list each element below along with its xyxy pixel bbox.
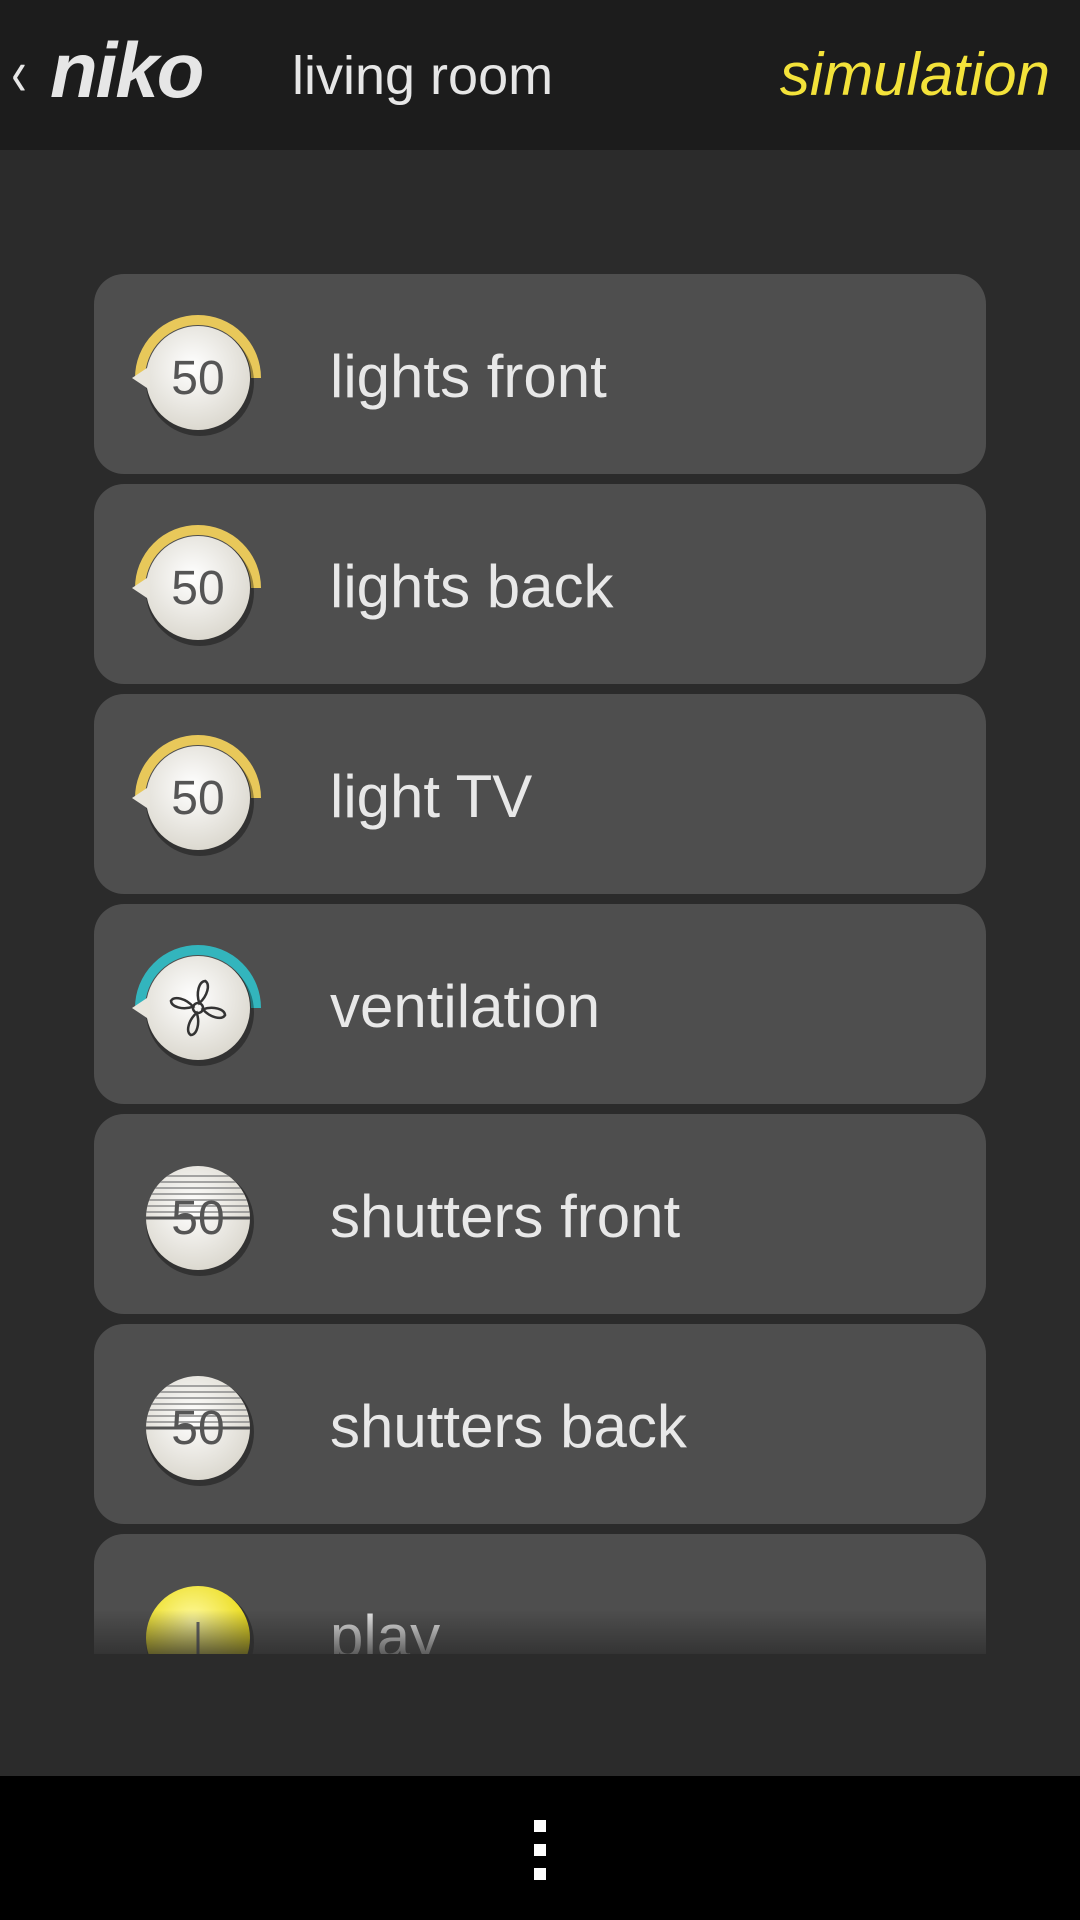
system-nav-bar: [0, 1776, 1080, 1920]
dimmer-dial-icon[interactable]: 50: [128, 728, 268, 868]
device-card-shutters-front[interactable]: 50 shutters front: [94, 1114, 986, 1314]
device-label: ventilation: [330, 973, 601, 1040]
fan-icon[interactable]: [128, 938, 268, 1078]
device-card-lights-back[interactable]: 50 lights back: [94, 484, 986, 684]
device-label: lights back: [330, 553, 614, 620]
content-bottom-area: [0, 1654, 1080, 1776]
dimmer-value: 50: [171, 772, 224, 825]
app-header: ‹ niko living room simulation: [0, 0, 1080, 150]
shutter-icon[interactable]: 50: [128, 1148, 268, 1288]
shutter-value: 50: [171, 1402, 224, 1455]
shutter-icon[interactable]: 50: [128, 1358, 268, 1498]
niko-logo[interactable]: niko: [50, 30, 204, 110]
shutter-value: 50: [171, 1192, 224, 1245]
device-label: light TV: [330, 763, 533, 830]
room-title: living room: [292, 46, 554, 106]
device-card-ventilation[interactable]: ventilation: [94, 904, 986, 1104]
power-icon[interactable]: [128, 1568, 268, 1654]
device-card-lights-front[interactable]: 50 lights front: [94, 274, 986, 474]
device-card-light-tv[interactable]: 50 light TV: [94, 694, 986, 894]
back-arrow-icon[interactable]: ‹: [11, 34, 26, 110]
dimmer-value: 50: [171, 352, 224, 405]
device-label: shutters back: [330, 1393, 687, 1460]
simulation-mode-label[interactable]: simulation: [780, 40, 1050, 110]
dimmer-value: 50: [171, 562, 224, 615]
device-label: lights front: [330, 343, 607, 410]
dimmer-dial-icon[interactable]: 50: [128, 518, 268, 658]
device-label: play: [330, 1603, 441, 1654]
overflow-menu-icon[interactable]: [534, 1820, 546, 1880]
device-card-shutters-back[interactable]: 50 shutters back: [94, 1324, 986, 1524]
device-list[interactable]: 50 lights front 50 lights back 50 light …: [0, 150, 1080, 1654]
device-label: shutters front: [330, 1183, 681, 1250]
dimmer-dial-icon[interactable]: 50: [128, 308, 268, 448]
device-card-play[interactable]: play: [94, 1534, 986, 1654]
